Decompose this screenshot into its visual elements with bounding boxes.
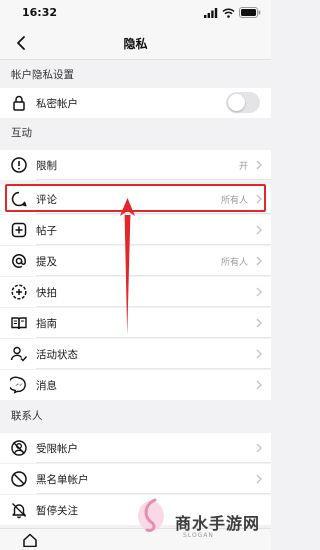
divider bbox=[36, 213, 271, 214]
row-label: 黑名单帐户 bbox=[36, 474, 89, 486]
row-label: 指南 bbox=[36, 318, 57, 330]
divider bbox=[36, 275, 271, 276]
row-label: 限制 bbox=[36, 160, 57, 172]
toggle-knob bbox=[228, 94, 245, 111]
private-account-toggle[interactable] bbox=[226, 92, 260, 113]
chevron-right-icon bbox=[256, 287, 262, 297]
row-private-account[interactable]: 私密帐户 bbox=[0, 88, 271, 118]
row-mentions[interactable]: 提及 所有人 bbox=[0, 246, 271, 276]
bell-off-icon bbox=[12, 503, 26, 519]
row-label: 受限帐户 bbox=[36, 443, 78, 455]
chevron-right-icon bbox=[256, 160, 262, 170]
restrict-icon bbox=[11, 157, 27, 173]
divider bbox=[36, 306, 271, 307]
row-posts[interactable]: 帖子 bbox=[0, 215, 271, 245]
divider bbox=[36, 244, 271, 245]
home-icon[interactable] bbox=[22, 533, 38, 547]
row-snaps[interactable]: 快拍 bbox=[0, 277, 271, 307]
row-label: 提及 bbox=[36, 256, 57, 268]
chevron-right-icon bbox=[256, 349, 262, 359]
chevron-right-icon bbox=[256, 380, 262, 390]
row-messages[interactable]: 消息 bbox=[0, 370, 271, 400]
at-sign-icon bbox=[12, 254, 26, 268]
chevron-right-icon bbox=[256, 318, 262, 328]
wifi-icon bbox=[222, 8, 235, 18]
status-bar: 16:32 bbox=[0, 0, 271, 26]
divider bbox=[36, 337, 271, 338]
chevron-right-icon bbox=[256, 443, 262, 453]
row-label: 帖子 bbox=[36, 225, 57, 237]
story-icon bbox=[11, 284, 27, 300]
divider bbox=[36, 368, 271, 369]
lock-icon bbox=[13, 95, 25, 111]
restricted-account-icon bbox=[11, 440, 27, 456]
blocked-icon bbox=[11, 471, 27, 487]
row-blocked-accounts[interactable]: 黑名单帐户 bbox=[0, 464, 271, 494]
status-icons bbox=[204, 7, 261, 18]
chevron-right-icon bbox=[256, 256, 262, 266]
row-label: 私密帐户 bbox=[36, 98, 78, 110]
row-restrict[interactable]: 限制 开 bbox=[0, 150, 271, 180]
user-activity-icon bbox=[10, 346, 28, 362]
divider bbox=[36, 179, 271, 180]
signal-icon bbox=[204, 7, 218, 18]
page-title: 隐私 bbox=[123, 37, 148, 51]
divider bbox=[36, 462, 271, 463]
nav-bar: 隐私 bbox=[0, 26, 271, 60]
row-label: 活动状态 bbox=[36, 349, 78, 361]
row-label: 消息 bbox=[36, 380, 57, 392]
battery-icon bbox=[239, 7, 261, 18]
section-header-contacts: 联系人 bbox=[0, 401, 271, 431]
chevron-right-icon bbox=[256, 474, 262, 484]
row-label: 暂停关注 bbox=[36, 505, 78, 517]
watermark-slogan: SLOGAN bbox=[183, 532, 214, 539]
comments-highlight-box bbox=[5, 184, 266, 212]
messenger-icon bbox=[10, 376, 26, 394]
section-header-interaction: 互动 bbox=[0, 118, 271, 148]
row-value: 开 bbox=[238, 162, 248, 172]
row-activity-status[interactable]: 活动状态 bbox=[0, 339, 271, 369]
book-icon bbox=[11, 317, 27, 330]
row-value: 所有人 bbox=[220, 258, 248, 268]
status-time: 16:32 bbox=[22, 6, 58, 19]
chevron-right-icon bbox=[256, 225, 262, 235]
section-header-account: 帐户隐私设置 bbox=[0, 60, 271, 90]
watermark: 商水手游网 SLOGAN bbox=[127, 492, 271, 550]
add-post-icon bbox=[11, 222, 27, 238]
row-guides[interactable]: 指南 bbox=[0, 308, 271, 338]
row-label: 快拍 bbox=[36, 287, 57, 299]
watermark-text: 商水手游网 bbox=[175, 514, 261, 533]
watermark-logo-icon bbox=[138, 498, 164, 532]
row-restricted-accounts[interactable]: 受限帐户 bbox=[0, 433, 271, 463]
